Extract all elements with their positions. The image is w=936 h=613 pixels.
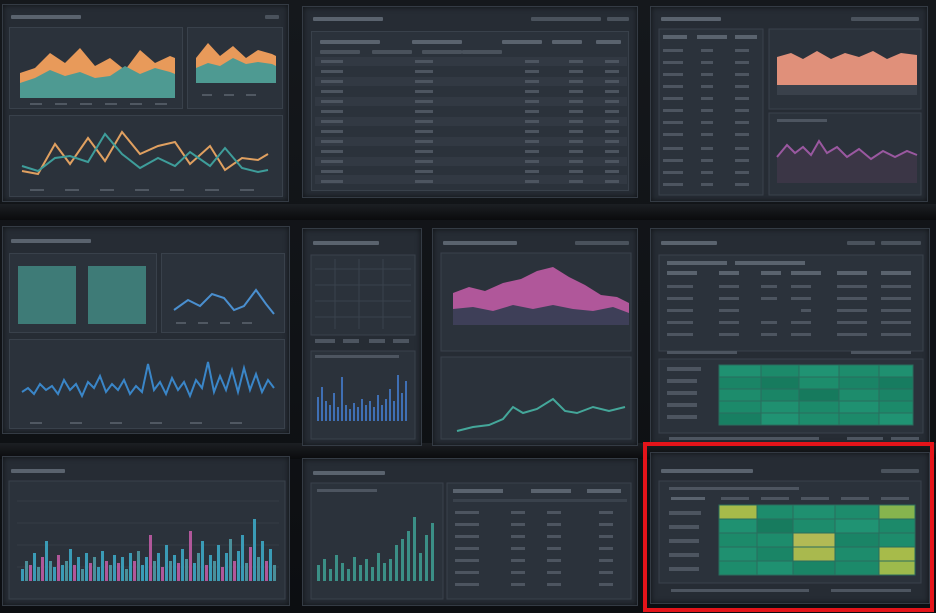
monitor-grid-histogram <box>302 228 422 446</box>
bars-and-table <box>310 482 632 600</box>
side-table <box>658 28 922 196</box>
line-series-orange <box>21 130 269 176</box>
area-chart-left-svg <box>20 48 175 105</box>
line-chart-blue-wide-svg <box>21 361 275 424</box>
kpi-tile-left <box>18 266 76 324</box>
histogram-bars <box>317 375 407 421</box>
line-chart-blue-small <box>161 253 285 333</box>
area-chart-left <box>9 27 183 109</box>
kpi-tiles <box>9 253 157 333</box>
monitor-table-heatmap <box>650 228 930 446</box>
area-chart-right-svg <box>196 43 276 96</box>
monitor-magenta-area-teal-line <box>432 228 638 446</box>
histogram-blue <box>317 375 407 421</box>
monitor-area-line-charts <box>2 4 289 202</box>
selection-highlight-box <box>643 442 934 612</box>
monitor-table-area-charts <box>650 6 928 202</box>
heatmap-mid <box>718 364 914 426</box>
line-chart-dual-svg <box>21 130 269 191</box>
line-chart-blue-small-svg <box>173 288 275 324</box>
multicolor-bar-chart <box>8 480 286 600</box>
monitor-data-table <box>302 6 638 198</box>
line-chart-dual <box>9 115 283 197</box>
wall-divider-top <box>0 204 936 220</box>
monitor-tiles-blue-lines <box>2 226 290 434</box>
data-table-rows <box>315 57 627 184</box>
monitor-bars-table <box>302 458 638 606</box>
magenta-area-chart <box>440 252 632 440</box>
kpi-tile-right <box>88 266 146 324</box>
monitor-multicolor-bars <box>2 456 290 606</box>
line-chart-blue-wide <box>9 339 285 429</box>
area-chart-right <box>187 27 283 109</box>
